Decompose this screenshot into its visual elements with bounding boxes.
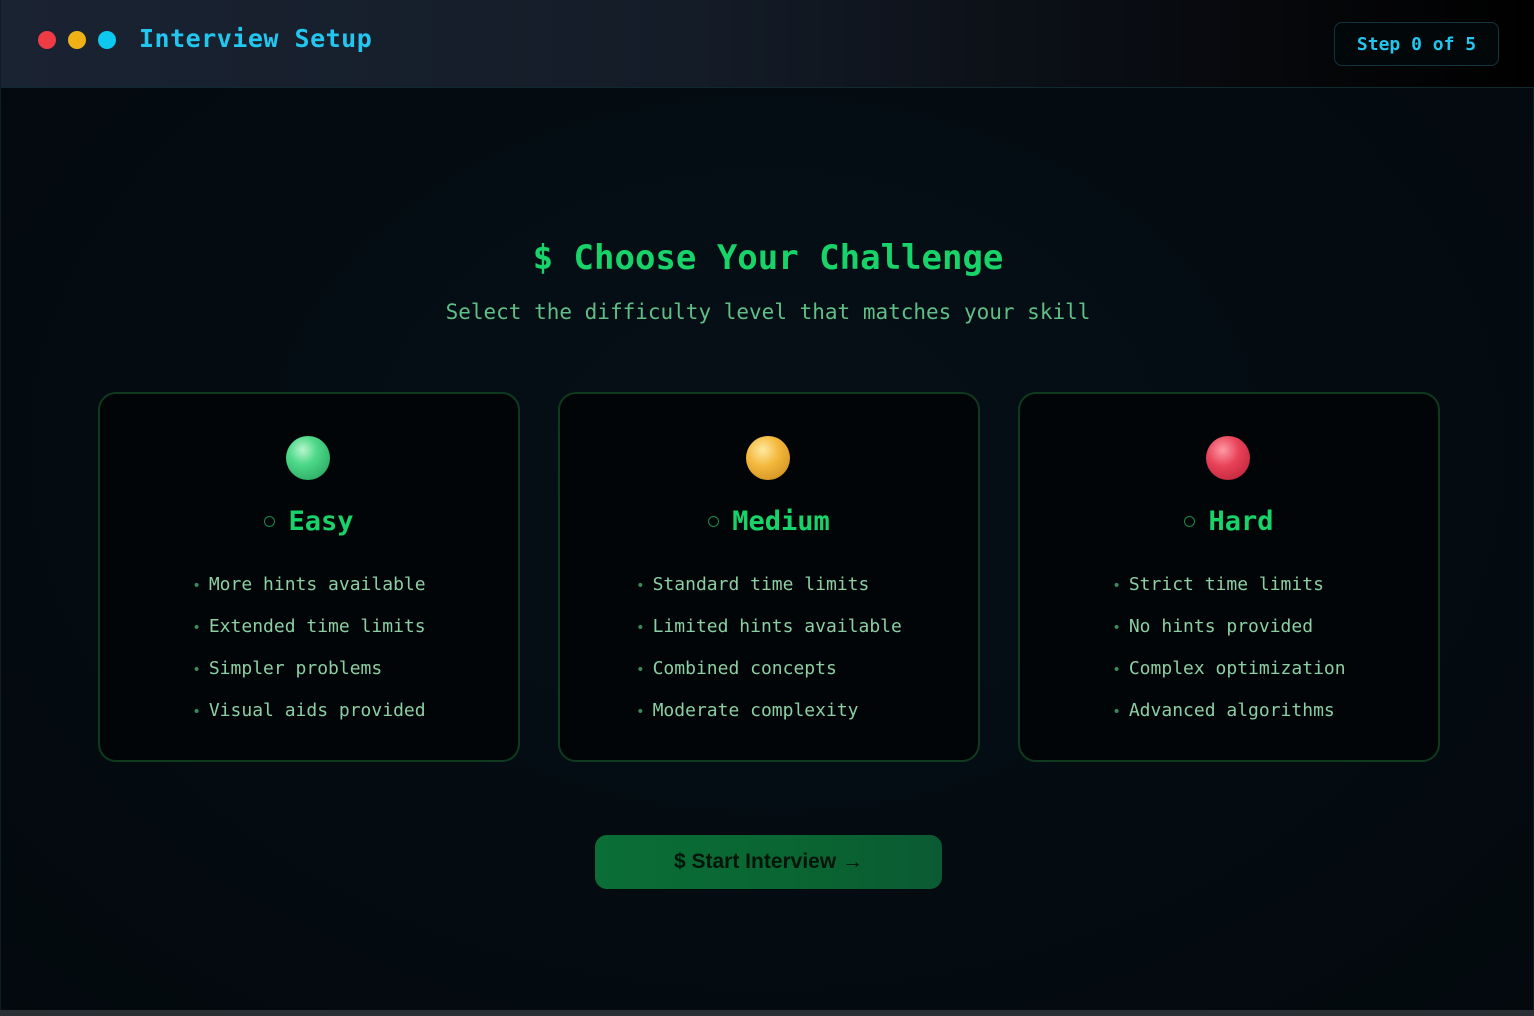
radio-easy[interactable] (264, 516, 276, 527)
bullet-icon: • (192, 662, 201, 678)
level-name: Medium (732, 506, 830, 537)
feature-item: • Limited hints available (636, 616, 902, 637)
bullet-icon: • (1112, 620, 1121, 636)
bullet-icon: • (636, 704, 645, 720)
title-bar: Interview Setup Step 0 of 5 (1, 0, 1534, 88)
level-name: Hard (1208, 506, 1274, 537)
level-header: Medium (560, 506, 978, 537)
bullet-icon: • (192, 704, 201, 720)
feature-item: • Moderate complexity (636, 700, 859, 721)
step-indicator: Step 0 of 5 (1334, 22, 1499, 66)
difficulty-card-easy[interactable]: Easy • More hints available • Extended tim… (98, 392, 520, 762)
close-window-dot[interactable] (38, 31, 56, 49)
page-title: $ Choose Your Challenge (532, 238, 1004, 278)
level-header: Hard (1020, 506, 1438, 537)
feature-item: • Extended time limits (192, 616, 426, 637)
page-subtitle: Select the difficulty level that matches… (445, 300, 1091, 324)
app-title: Interview Setup (139, 24, 373, 53)
bullet-icon: • (636, 662, 645, 678)
difficulty-card-medium[interactable]: Medium • Standard time limits • Limited hi… (558, 392, 980, 762)
radio-hard[interactable] (1184, 516, 1196, 527)
bullet-icon: • (1112, 662, 1121, 678)
bottom-border (0, 1010, 1534, 1016)
feature-item: • Combined concepts (636, 658, 837, 679)
feature-item: • Advanced algorithms (1112, 700, 1335, 721)
feature-list: • Standard time limits • Limited hints ava… (560, 570, 978, 738)
start-interview-button[interactable]: $ Start Interview → (595, 835, 942, 889)
feature-list: • Strict time limits • No hints provided •… (1020, 570, 1438, 738)
bullet-icon: • (636, 578, 645, 594)
feature-item: • Strict time limits (1112, 574, 1324, 595)
bullet-icon: • (1112, 704, 1121, 720)
hard-orb-icon (1206, 436, 1250, 480)
difficulty-card-hard[interactable]: Hard • Strict time limits • No hints provi… (1018, 392, 1440, 762)
radio-medium[interactable] (708, 516, 720, 527)
feature-item: • Simpler problems (192, 658, 383, 679)
bullet-icon: • (192, 578, 201, 594)
level-header: Easy (100, 506, 518, 537)
maximize-window-dot[interactable] (98, 31, 116, 49)
feature-item: • Visual aids provided (192, 700, 426, 721)
feature-item: • No hints provided (1112, 616, 1314, 637)
bullet-icon: • (1112, 578, 1121, 594)
feature-item: • Complex optimization (1112, 658, 1346, 679)
feature-list: • More hints available • Extended time lim… (100, 570, 518, 738)
bullet-icon: • (192, 620, 201, 636)
feature-item: • More hints available (192, 574, 426, 595)
level-name: Easy (288, 506, 354, 537)
feature-item: • Standard time limits (636, 574, 870, 595)
easy-orb-icon (286, 436, 330, 480)
minimize-window-dot[interactable] (68, 31, 86, 49)
medium-orb-icon (746, 436, 790, 480)
bullet-icon: • (636, 620, 645, 636)
app-window: Interview Setup Step 0 of 5 $ Choose You… (0, 0, 1534, 1010)
